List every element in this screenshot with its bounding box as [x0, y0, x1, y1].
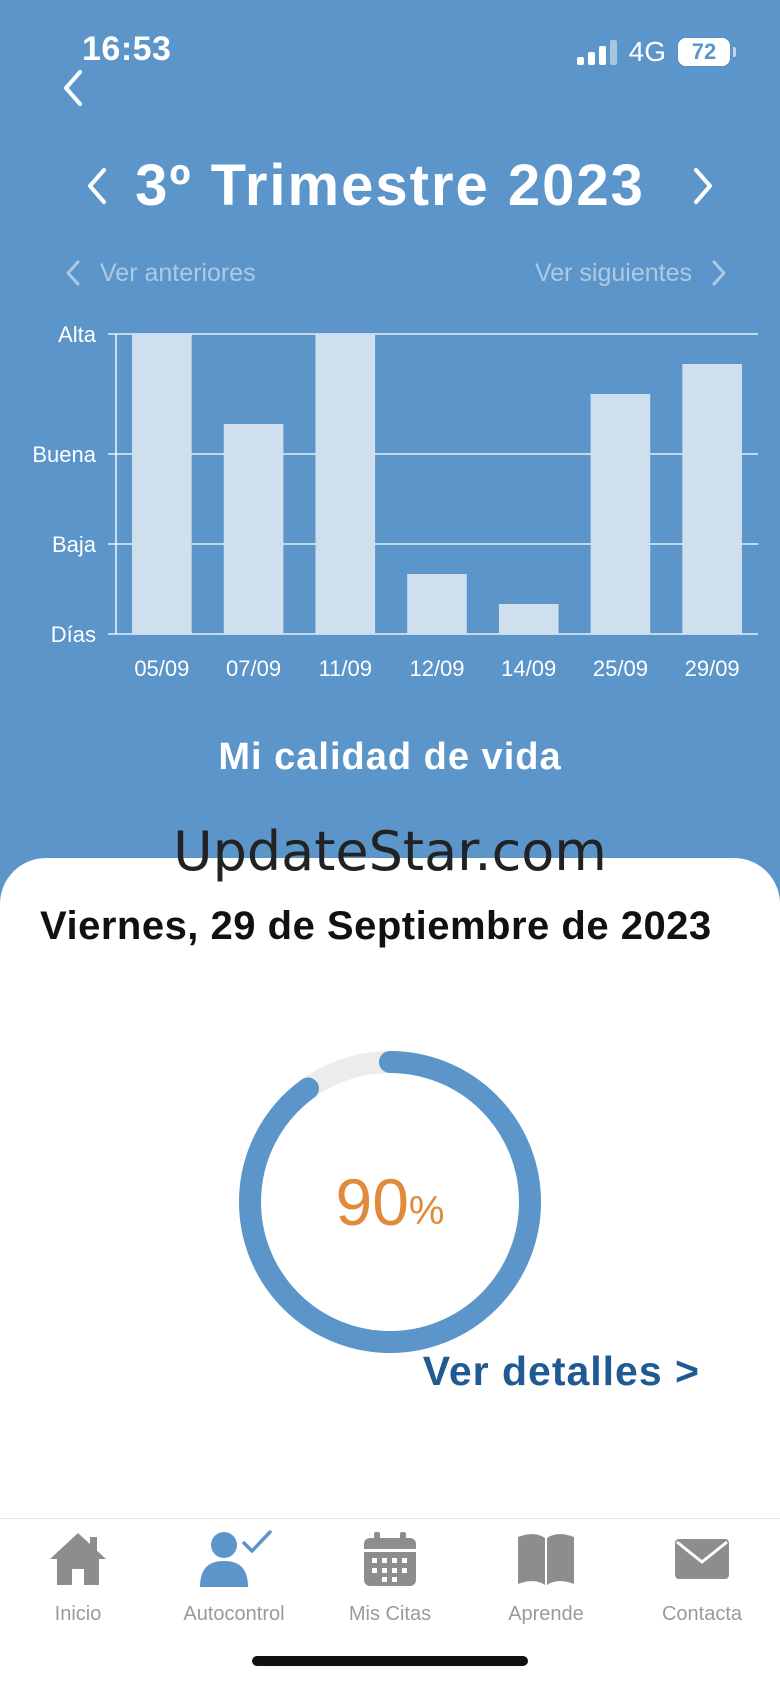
chart-title: Mi calidad de vida [218, 736, 562, 778]
tab-label: Aprende [508, 1603, 584, 1625]
next-quarter-button[interactable] [682, 162, 722, 210]
x-tick-label: 05/09 [134, 656, 189, 681]
chevron-right-icon [712, 260, 726, 286]
x-tick-label: 29/09 [685, 656, 740, 681]
quality-of-life-chart: Alta Buena Baja Días 05/09 07/09 11/09 12/09 14/… [0, 310, 780, 690]
book-icon [518, 1534, 574, 1585]
home-indicator [252, 1656, 528, 1666]
battery-icon: 72 [678, 38, 736, 66]
view-next-link[interactable]: Ver siguientes [535, 258, 728, 288]
gauge-unit: % [408, 1188, 445, 1233]
x-tick-label: 11/09 [319, 656, 372, 681]
period-navigation: Ver anteriores Ver siguientes [0, 258, 780, 298]
bar-chart: Alta Buena Baja Días 05/09 07/09 11/09 12/09 14/… [32, 322, 758, 681]
mail-icon [675, 1539, 729, 1579]
y-tick-label: Alta [58, 322, 97, 347]
tab-label: Inicio [54, 1603, 102, 1625]
chevron-left-icon [64, 70, 82, 106]
view-previous-link[interactable]: Ver anteriores [64, 258, 256, 288]
view-previous-label: Ver anteriores [100, 258, 256, 287]
x-tick-label: 25/09 [593, 656, 648, 681]
tab-aprende[interactable]: Aprende [468, 1519, 624, 1639]
tab-contacta[interactable]: Contacta [624, 1519, 780, 1639]
network-type: 4G [628, 36, 666, 67]
x-tick-label: 07/09 [226, 656, 281, 681]
chart-bar [132, 334, 192, 634]
watermark: UpdateStar.com [173, 820, 607, 883]
quarter-title: 3º Trimestre 2023 [135, 153, 645, 218]
gauge-label: 90 % [238, 1050, 542, 1354]
chevron-left-icon [66, 260, 80, 286]
gauge-value: 90 [335, 1165, 409, 1239]
tab-mis-citas[interactable]: Mis Citas [312, 1519, 468, 1639]
user-check-icon [200, 1530, 272, 1587]
view-next-label: Ver siguientes [534, 258, 692, 287]
tab-label: Autocontrol [183, 1603, 285, 1625]
y-tick-label: Buena [32, 442, 96, 467]
status-bar: 16:53 4G 72 [0, 0, 780, 100]
chevron-right-icon [694, 168, 712, 204]
tab-inicio[interactable]: Inicio [0, 1519, 156, 1639]
chart-bar [590, 394, 651, 634]
chart-bar [407, 574, 467, 634]
battery-level: 72 [691, 39, 717, 64]
tab-label: Mis Citas [348, 1603, 432, 1625]
status-time: 16:53 [82, 30, 172, 68]
tab-label: Contacta [661, 1603, 743, 1625]
chart-bar [498, 604, 559, 634]
back-button[interactable] [56, 66, 96, 110]
view-details-link[interactable]: Ver detalles > [423, 1348, 700, 1395]
x-tick-label: 12/09 [409, 656, 464, 681]
calendar-icon [364, 1532, 416, 1586]
chart-bar [682, 364, 742, 634]
y-tick-label: Días [51, 622, 96, 647]
chart-bar [223, 424, 284, 634]
y-tick-label: Baja [52, 532, 97, 557]
tab-autocontrol[interactable]: Autocontrol [156, 1519, 312, 1639]
selected-date: Viernes, 29 de Septiembre de 2023 [40, 904, 712, 948]
home-icon [50, 1533, 106, 1585]
x-tick-label: 14/09 [501, 656, 556, 681]
status-indicators: 4G 72 [576, 36, 736, 68]
chart-bar [315, 334, 376, 634]
day-detail-card: Viernes, 29 de Septiembre de 2023 90 % V… [0, 858, 780, 1518]
quality-gauge: 90 % [238, 1050, 542, 1354]
quarter-navigator: 3º Trimestre 2023 [0, 148, 780, 228]
signal-icon [576, 39, 617, 65]
